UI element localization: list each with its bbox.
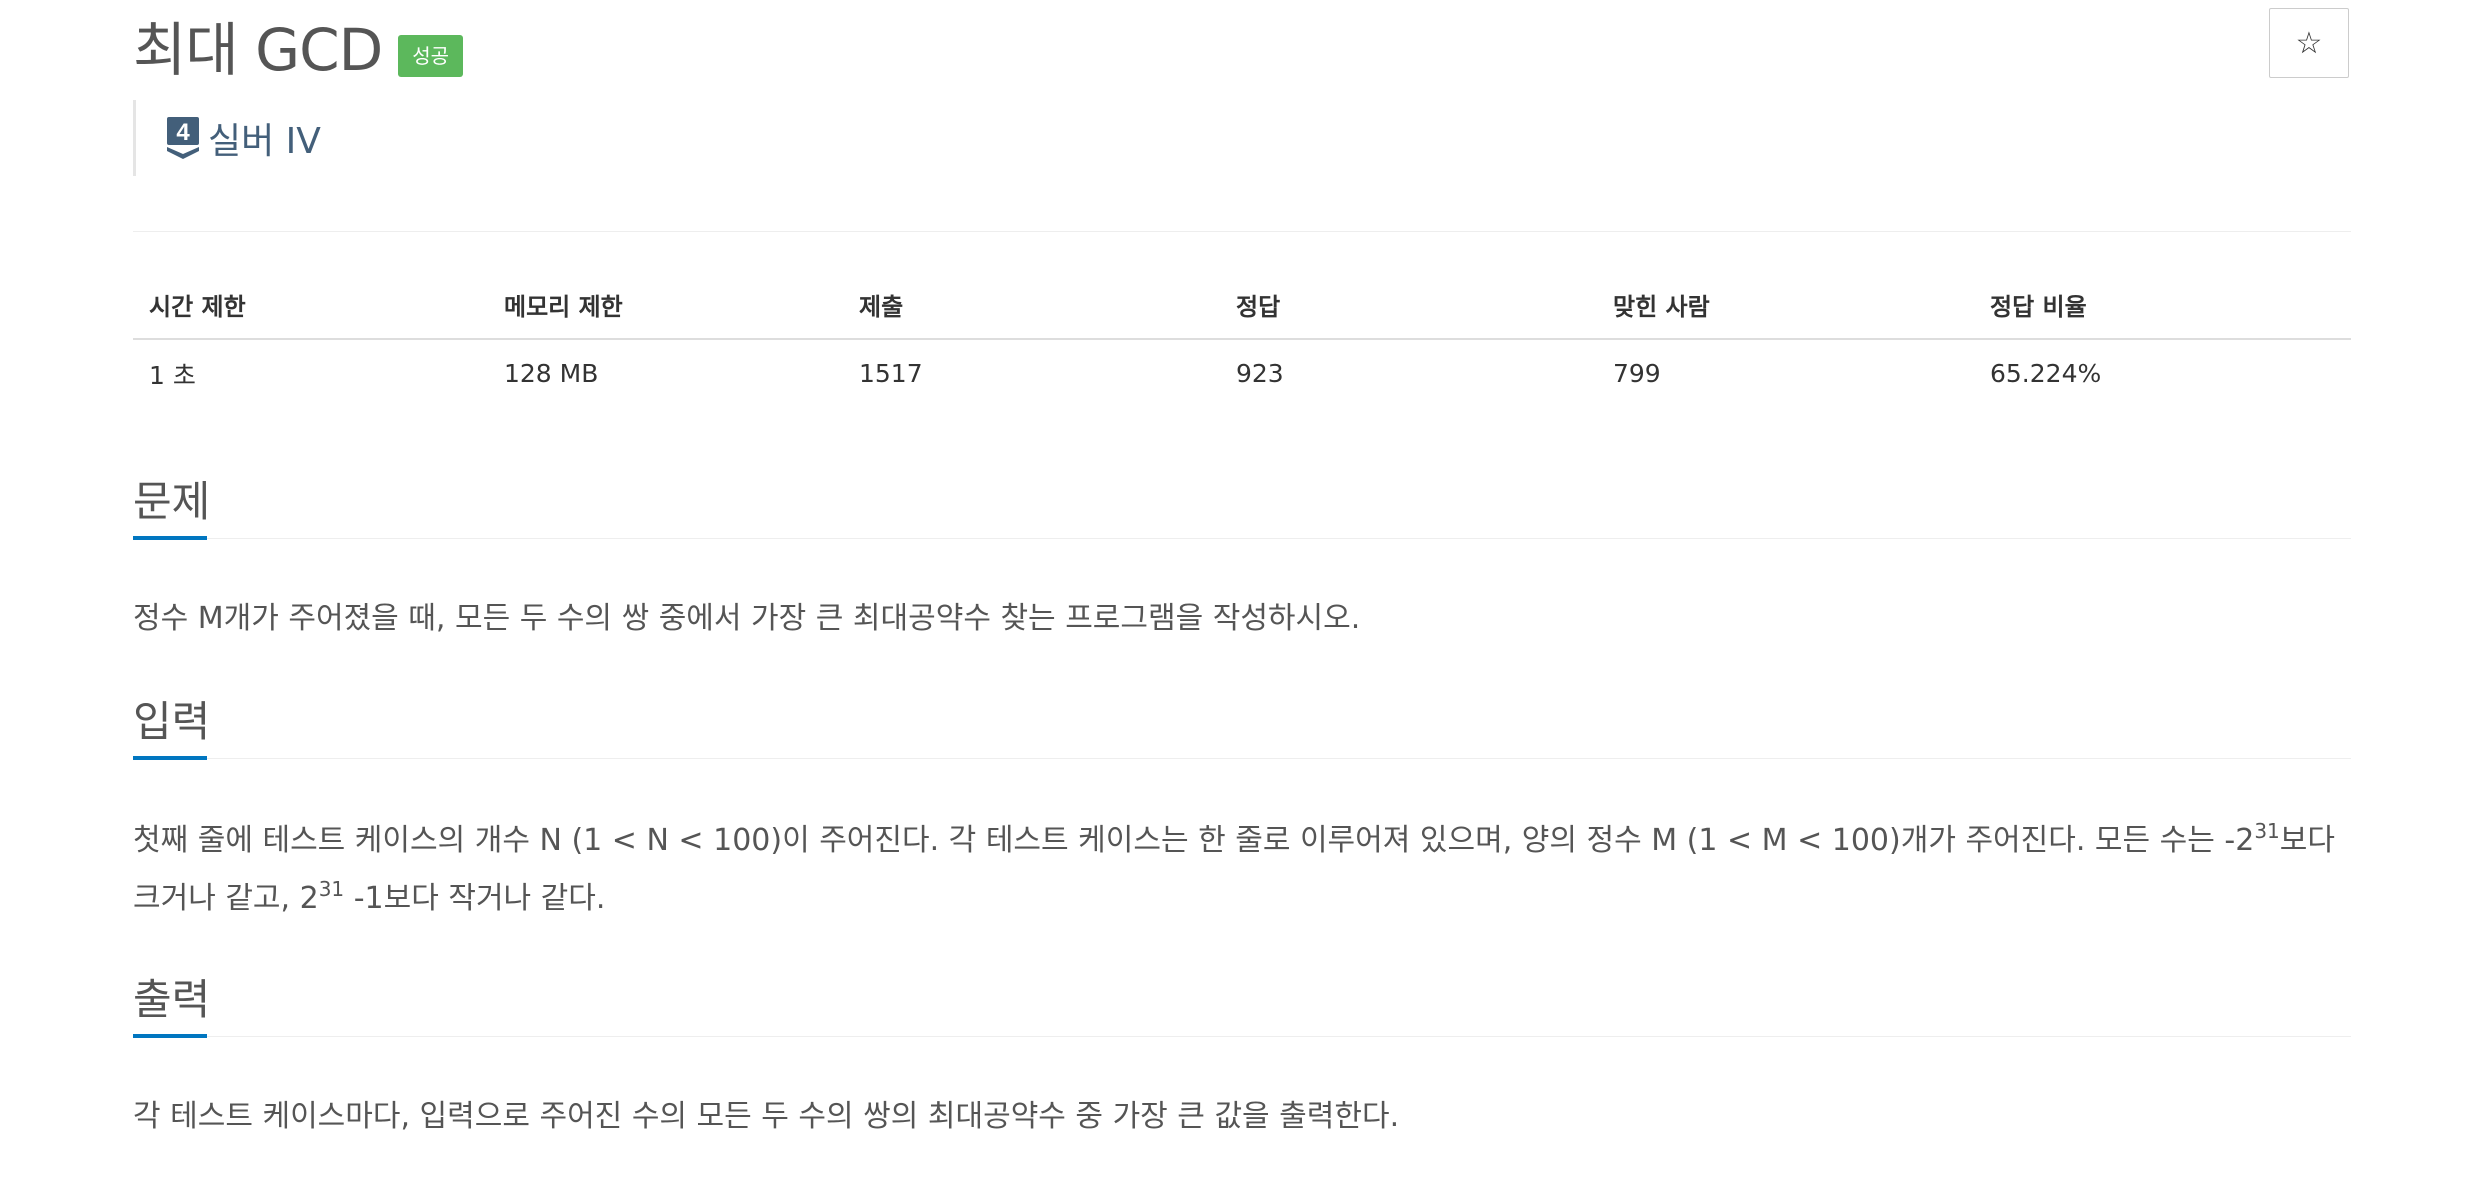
tier-block: 4 실버 IV bbox=[133, 100, 321, 176]
header-accept-ratio: 정답 비율 bbox=[1974, 275, 2351, 340]
table-header-row: 시간 제한 메모리 제한 제출 정답 맞힌 사람 정답 비율 bbox=[133, 275, 2351, 340]
star-icon: ☆ bbox=[2295, 25, 2323, 61]
value-accepted[interactable]: 923 bbox=[1220, 339, 1597, 407]
header-submissions: 제출 bbox=[843, 275, 1220, 340]
favorite-star-button[interactable]: ☆ bbox=[2269, 8, 2349, 78]
section-heading-input: 입력 bbox=[133, 697, 211, 746]
heading-accent-underline bbox=[133, 536, 207, 540]
tier-label[interactable]: 실버 IV bbox=[208, 112, 321, 164]
section-heading-output: 출력 bbox=[133, 975, 211, 1024]
value-submissions[interactable]: 1517 bbox=[843, 339, 1220, 407]
header-time-limit: 시간 제한 bbox=[133, 275, 488, 340]
table-row: 1 초 128 MB 1517 923 799 65.224% bbox=[133, 339, 2351, 407]
value-time-limit: 1 초 bbox=[149, 360, 196, 390]
heading-divider bbox=[133, 538, 2351, 539]
section-problem-body: 정수 M개가 주어졌을 때, 모든 두 수의 쌍 중에서 가장 큰 최대공약수 … bbox=[133, 601, 1361, 636]
input-text-part-3: -1보다 작거나 같다. bbox=[344, 881, 606, 916]
value-solved-users[interactable]: 799 bbox=[1597, 339, 1974, 407]
input-text-part-1: 첫째 줄에 테스트 케이스의 개수 N (1 < N < 100)이 주어진다.… bbox=[133, 823, 2255, 858]
header-solved-users: 맞힌 사람 bbox=[1597, 275, 1974, 340]
header-accepted: 정답 bbox=[1220, 275, 1597, 340]
heading-divider bbox=[133, 758, 2351, 759]
section-input-heading: 입력 bbox=[133, 692, 2351, 762]
value-accept-ratio: 65.224% bbox=[1990, 359, 2102, 388]
divider bbox=[133, 231, 2351, 232]
problem-title: 최대 GCD bbox=[133, 16, 383, 84]
problem-info-table: 시간 제한 메모리 제한 제출 정답 맞힌 사람 정답 비율 1 초 128 M… bbox=[133, 275, 2351, 407]
section-output-body: 각 테스트 케이스마다, 입력으로 주어진 수의 모든 두 수의 쌍의 최대공약… bbox=[133, 1099, 1400, 1134]
section-output-heading: 출력 bbox=[133, 970, 2351, 1040]
section-problem-heading: 문제 bbox=[133, 472, 2351, 542]
tier-number: 4 bbox=[176, 119, 190, 146]
heading-accent-underline bbox=[133, 756, 207, 760]
section-input-body: 첫째 줄에 테스트 케이스의 개수 N (1 < N < 100)이 주어진다.… bbox=[133, 812, 2351, 928]
silver-tier-icon: 4 bbox=[167, 117, 199, 159]
heading-accent-underline bbox=[133, 1034, 207, 1038]
status-badge: 성공 bbox=[398, 35, 464, 77]
heading-divider bbox=[133, 1036, 2351, 1037]
title-row: 최대 GCD 성공 bbox=[133, 10, 464, 90]
value-memory-limit: 128 MB bbox=[504, 359, 599, 388]
input-exponent-2: 31 bbox=[318, 877, 345, 901]
input-exponent-1: 31 bbox=[2254, 819, 2280, 843]
problem-page: 최대 GCD 성공 ☆ 4 실버 IV 시간 제한 메모리 제한 제출 정답 맞… bbox=[0, 0, 2484, 1198]
section-heading-problem: 문제 bbox=[133, 477, 211, 526]
header-memory-limit: 메모리 제한 bbox=[488, 275, 843, 340]
